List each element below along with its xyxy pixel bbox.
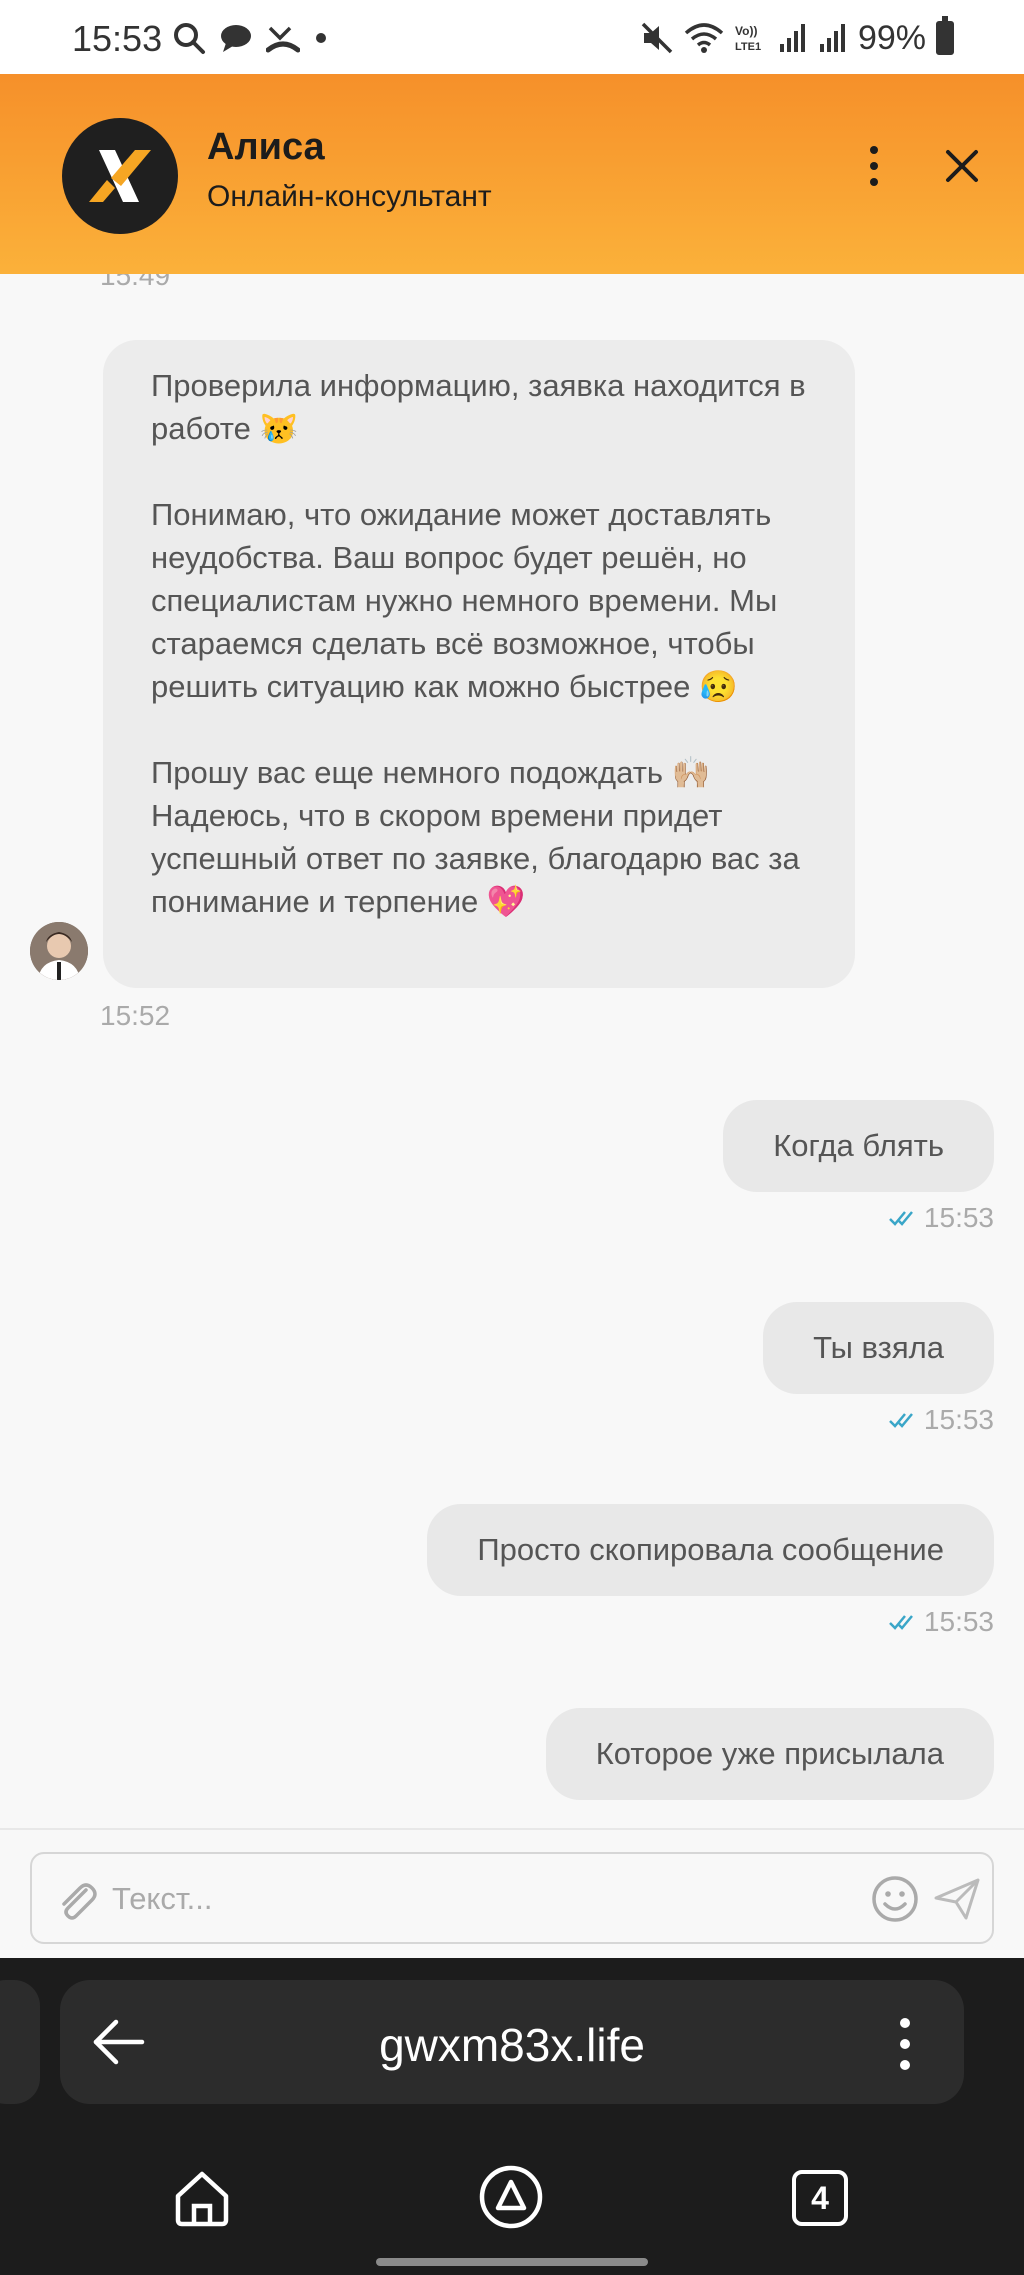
message-time: 15:53 — [923, 1606, 994, 1637]
consultant-name: Алиса — [207, 126, 325, 168]
url-text[interactable]: gwxm83x.life — [60, 2018, 964, 2072]
dot-icon — [316, 33, 326, 43]
battery-icon — [936, 16, 954, 55]
message-input[interactable] — [112, 1872, 872, 1926]
signal-icon — [779, 24, 805, 52]
message-time: 15:53 — [923, 1404, 994, 1435]
status-right-icons: Vo)) LTE1 99% — [640, 16, 954, 60]
message-paragraph: Проверила информацию, заявка находится в… — [151, 368, 806, 446]
close-icon[interactable] — [940, 144, 984, 188]
message-meta: 15:53 — [888, 1202, 994, 1234]
consultant-subtitle: Онлайн-консультант — [207, 180, 492, 213]
tabs-count-button[interactable]: 4 — [792, 2170, 848, 2226]
svg-text:Vo)): Vo)) — [735, 24, 757, 38]
mute-icon — [641, 22, 673, 54]
double-check-icon — [889, 1615, 913, 1630]
search-icon — [174, 23, 205, 54]
paperclip-icon[interactable] — [52, 1876, 100, 1924]
message-composer — [0, 1828, 1024, 1958]
agent-avatar — [30, 922, 88, 980]
brand-logo-avatar — [62, 118, 178, 234]
signal-icon-2 — [819, 24, 845, 52]
outgoing-message: Когда блять — [723, 1100, 994, 1192]
status-bar: 15:53 Vo)) LTE1 99% — [0, 0, 1024, 74]
message-time: 15:52 — [100, 1000, 171, 1031]
composer-box — [30, 1852, 994, 1944]
message-meta: 15:53 — [888, 1404, 994, 1436]
wifi-icon — [684, 23, 724, 53]
svg-text:LTE1: LTE1 — [735, 41, 761, 53]
status-time: 15:53 — [72, 18, 163, 59]
address-bar[interactable]: gwxm83x.life — [60, 1980, 964, 2104]
previous-tab-edge[interactable] — [0, 1980, 40, 2104]
message-time: 15:53 — [923, 1202, 994, 1233]
send-icon[interactable] — [932, 1874, 982, 1924]
message-paragraph: Прошу вас еще немного подождать 🙌🏼 Надею… — [151, 755, 800, 919]
volte-icon: Vo)) LTE1 — [735, 24, 761, 53]
double-check-icon — [889, 1413, 913, 1428]
outgoing-message: Просто скопировала сообщение — [427, 1504, 994, 1596]
browser-menu-button[interactable] — [890, 2014, 920, 2074]
message-paragraph: Понимаю, что ожидание может доставлять н… — [151, 497, 778, 704]
browser-bar: gwxm83x.life 4 — [0, 1958, 1024, 2275]
alice-assistant-icon[interactable] — [478, 2164, 544, 2230]
double-check-icon — [889, 1211, 913, 1226]
missed-call-icon — [266, 26, 300, 53]
battery-percent: 99% — [857, 18, 926, 57]
status-left-icons — [172, 18, 328, 58]
outgoing-message: Которое уже присылала — [545, 1708, 994, 1800]
incoming-message: Проверила информацию, заявка находится в… — [103, 340, 855, 988]
message-time: 15:49 — [100, 274, 171, 291]
gesture-bar[interactable] — [376, 2258, 648, 2266]
home-icon[interactable] — [172, 2168, 232, 2228]
outgoing-message: Ты взяла — [763, 1302, 994, 1394]
chat-icon — [221, 25, 251, 52]
chat-header: Алиса Онлайн-консультант — [0, 74, 1024, 274]
message-meta: 15:53 — [888, 1606, 994, 1638]
emoji-icon[interactable] — [870, 1874, 920, 1924]
more-options-button[interactable] — [856, 136, 892, 196]
message-list[interactable]: 15:49 Проверила информацию, заявка наход… — [0, 274, 1024, 1828]
x-logo-icon — [89, 150, 151, 202]
